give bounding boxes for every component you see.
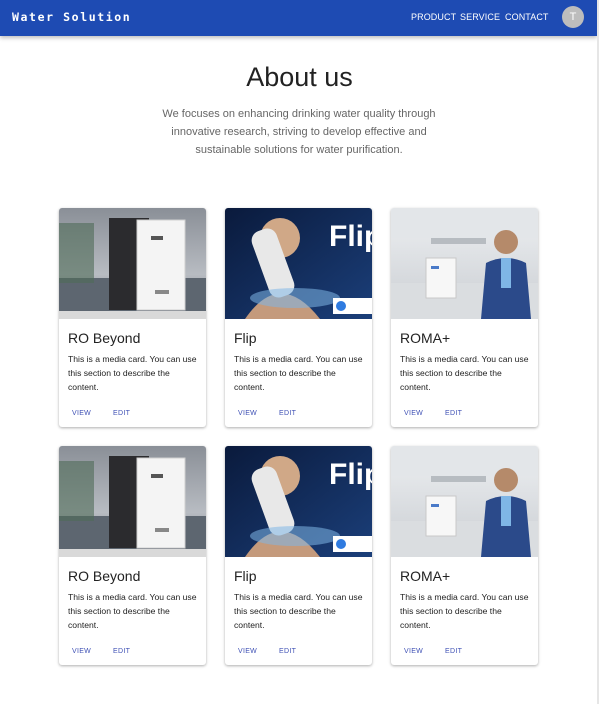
card-image-ro-beyond <box>59 208 206 319</box>
svg-text:Flip: Flip <box>329 220 372 253</box>
edit-button[interactable]: EDIT <box>113 648 130 655</box>
card-image-ro-beyond <box>59 446 206 557</box>
edit-button[interactable]: EDIT <box>445 648 462 655</box>
product-card: Flip Flip This is a media card. You can … <box>225 446 372 665</box>
nav-product[interactable]: PRODUCT <box>411 12 456 22</box>
card-title: RO Beyond <box>68 568 141 584</box>
card-image-roma-plus <box>391 208 538 319</box>
card-title: ROMA+ <box>400 330 451 346</box>
card-image-flip: Flip <box>225 208 372 319</box>
nav-contact[interactable]: CONTACT <box>505 12 549 22</box>
card-text: This is a media card. You can use this s… <box>68 354 197 392</box>
svg-text:Flip: Flip <box>329 458 372 491</box>
card-title: Flip <box>234 568 257 584</box>
product-card: Flip Flip This is a media card. You can … <box>225 208 372 427</box>
page-title: About us <box>246 62 353 92</box>
nav-service[interactable]: SERVICE <box>460 12 500 22</box>
view-button[interactable]: VIEW <box>238 410 257 417</box>
card-text: This is a media card. You can use this s… <box>234 354 363 392</box>
edit-button[interactable]: EDIT <box>113 410 130 417</box>
product-card: RO Beyond This is a media card. You can … <box>59 446 206 665</box>
card-title: RO Beyond <box>68 330 141 346</box>
view-button[interactable]: VIEW <box>404 648 423 655</box>
app-bar: Water Solution PRODUCT SERVICE CONTACT T <box>0 0 597 36</box>
avatar[interactable]: T <box>562 6 584 28</box>
edit-button[interactable]: EDIT <box>279 410 296 417</box>
view-button[interactable]: VIEW <box>404 410 423 417</box>
edit-button[interactable]: EDIT <box>279 648 296 655</box>
card-text: This is a media card. You can use this s… <box>234 592 363 630</box>
product-card: ROMA+ This is a media card. You can use … <box>391 446 538 665</box>
card-title: Flip <box>234 330 257 346</box>
product-card: RO Beyond This is a media card. You can … <box>59 208 206 427</box>
edit-button[interactable]: EDIT <box>445 410 462 417</box>
card-title: ROMA+ <box>400 568 451 584</box>
view-button[interactable]: VIEW <box>72 410 91 417</box>
view-button[interactable]: VIEW <box>238 648 257 655</box>
card-image-roma-plus <box>391 446 538 557</box>
card-text: This is a media card. You can use this s… <box>400 592 529 630</box>
product-card: ROMA+ This is a media card. You can use … <box>391 208 538 427</box>
page-subtitle: We focuses on enhancing drinking water q… <box>162 108 436 156</box>
card-text: This is a media card. You can use this s… <box>400 354 529 392</box>
brand-title[interactable]: Water Solution <box>12 10 131 24</box>
card-image-flip: Flip <box>225 446 372 557</box>
card-text: This is a media card. You can use this s… <box>68 592 197 630</box>
view-button[interactable]: VIEW <box>72 648 91 655</box>
